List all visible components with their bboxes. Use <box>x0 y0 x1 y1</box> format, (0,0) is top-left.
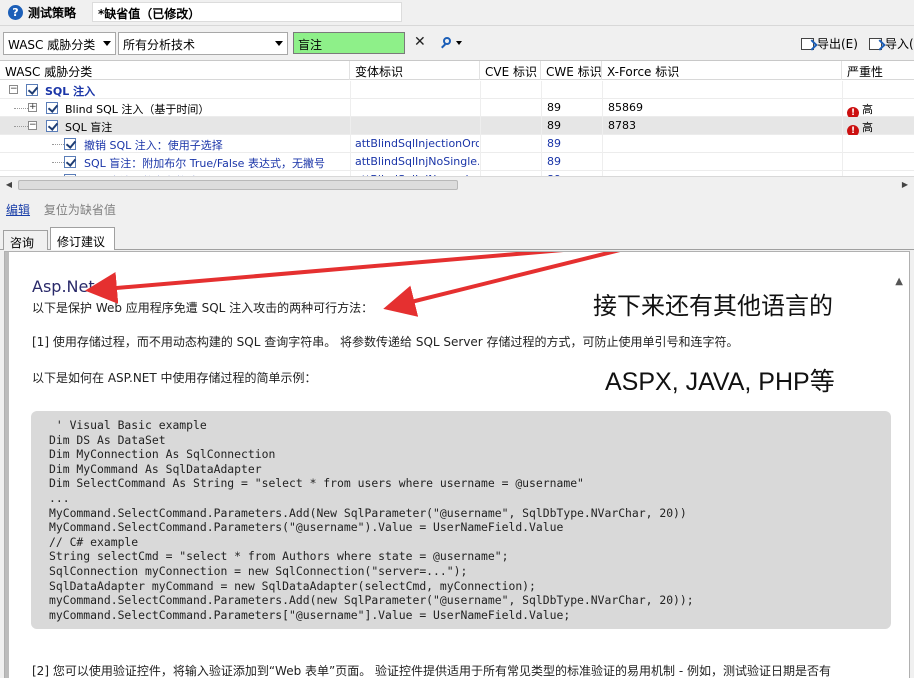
row-severity-label: 高 <box>862 103 873 116</box>
paragraph-2: 以下是如何在 ASP.NET 中使用存储过程的简单示例： <box>32 371 317 385</box>
row-checkbox[interactable] <box>26 84 38 96</box>
import-label: 导入( <box>885 37 914 51</box>
reset-defaults-link[interactable]: 复位为缺省值 <box>44 203 116 217</box>
row-name: Blind SQL 注入（基于时间） <box>65 103 210 116</box>
grid-header: WASC 威胁分类 变体标识 CVE 标识 CWE 标识 X-Force 标识 … <box>0 61 914 80</box>
edit-link[interactable]: 编辑 <box>6 203 30 217</box>
policy-label: 测试策略 <box>28 6 77 20</box>
import-button[interactable]: 导入( <box>869 35 914 52</box>
row-variant: attBlindSqlInjNoSingle... <box>355 155 479 168</box>
row-name: 撤销 SQL 注入：使用子选择 <box>84 139 223 152</box>
annotation-note-1: 接下来还有其他语言的 <box>593 292 833 320</box>
content-area: Asp.Net 以下是保护 Web 应用程序免遭 SQL 注入攻击的两种可行方法… <box>5 252 903 678</box>
arrow-to-title <box>85 252 564 304</box>
row-severity: ! 高 <box>847 99 873 117</box>
tree-line <box>52 162 64 163</box>
column-header-classification[interactable]: WASC 威胁分类 <box>0 61 350 80</box>
clear-icon[interactable]: ✕ <box>414 34 426 50</box>
horizontal-scrollbar[interactable]: ◀ ▶ <box>0 176 914 193</box>
help-icon[interactable]: ? <box>8 5 23 20</box>
row-name: SQL 盲注 <box>65 121 113 134</box>
row-checkbox[interactable] <box>64 156 76 168</box>
paragraph-1: [1] 使用存储过程，而不用动态构建的 SQL 查询字符串。 将参数传递给 SQ… <box>32 335 739 349</box>
scroll-indicator-icon[interactable]: ▲ <box>895 276 903 287</box>
search-handle <box>441 43 446 49</box>
scroll-right-icon[interactable]: ▶ <box>898 179 912 191</box>
chevron-down-icon <box>103 41 111 46</box>
row-severity-label: 高 <box>862 121 873 134</box>
collapse-icon[interactable]: − <box>28 121 37 130</box>
table-row[interactable]: + Blind SQL 注入（基于时间） 89 85869 ! 高 <box>0 99 914 117</box>
import-icon <box>869 38 882 50</box>
detail-tabs: 咨询 修订建议 <box>0 226 914 250</box>
fix-recommendation-panel: Asp.Net 以下是保护 Web 应用程序免遭 SQL 注入攻击的两种可行方法… <box>4 251 910 678</box>
row-name: SQL 注入 <box>45 85 96 98</box>
filter-toolbar: WASC 威胁分类 所有分析技术 盲注 ✕ 导出(E) 导入( <box>0 30 914 58</box>
export-button[interactable]: 导出(E) <box>801 35 858 52</box>
row-cwe: 89 <box>547 137 561 150</box>
tree-line <box>14 108 28 109</box>
row-checkbox[interactable] <box>46 120 58 132</box>
edit-actions: 编辑 复位为缺省值 <box>6 201 116 218</box>
scrollbar-thumb[interactable] <box>18 180 458 190</box>
tree-line <box>14 126 28 127</box>
intro-text: 以下是保护 Web 应用程序免遭 SQL 注入攻击的两种可行方法： <box>32 301 374 315</box>
export-label: 导出(E) <box>817 37 858 51</box>
table-row[interactable]: − SQL 注入 <box>0 81 914 99</box>
policy-bar: ? 测试策略 *缺省值（已修改） <box>0 0 914 26</box>
search-input[interactable]: 盲注 <box>293 32 405 54</box>
row-xforce: 85869 <box>608 101 643 114</box>
table-row[interactable]: SQL 盲注：附加布尔 True/False 表达式，无撇号 attBlindS… <box>0 153 914 171</box>
technique-select-value: 所有分析技术 <box>123 38 196 52</box>
paragraph-3: [2] 您可以使用验证控件，将输入验证添加到“Web 表单”页面。 验证控件提供… <box>32 664 832 678</box>
technique-select[interactable]: 所有分析技术 <box>118 32 288 55</box>
tab-advisory[interactable]: 咨询 <box>3 230 48 250</box>
row-severity: ! 高 <box>847 117 873 135</box>
row-name: SQL 盲注：附加布尔 True/False 表达式，无撇号 <box>84 157 325 170</box>
table-row[interactable]: 撤销 SQL 注入：使用子选择 attBlindSqlInjectionOrd.… <box>0 135 914 153</box>
code-example: ' Visual Basic example Dim DS As DataSet… <box>31 411 891 629</box>
severity-high-icon: ! <box>847 125 859 135</box>
column-header-xforce[interactable]: X-Force 标识 <box>602 61 842 80</box>
row-checkbox[interactable] <box>64 138 76 150</box>
row-variant: attBlindSqlInjectionOrd... <box>355 137 479 150</box>
collapse-icon[interactable]: − <box>9 85 18 94</box>
table-row[interactable]: − SQL 盲注 89 8783 ! 高 <box>0 117 914 135</box>
row-checkbox[interactable] <box>46 102 58 114</box>
row-cwe: 89 <box>547 155 561 168</box>
expand-icon[interactable]: + <box>28 103 37 112</box>
tree-line <box>52 144 64 145</box>
classification-select-value: WASC 威胁分类 <box>8 38 96 52</box>
column-header-cve[interactable]: CVE 标识 <box>480 61 541 80</box>
policy-value-field[interactable]: *缺省值（已修改） <box>92 2 402 22</box>
row-cwe: 89 <box>547 119 561 132</box>
classification-select[interactable]: WASC 威胁分类 <box>3 32 116 55</box>
severity-high-icon: ! <box>847 107 859 117</box>
column-header-variant[interactable]: 变体标识 <box>350 61 480 80</box>
search-icon[interactable] <box>440 35 464 51</box>
chevron-down-icon <box>275 41 283 46</box>
row-xforce: 8783 <box>608 119 636 132</box>
tab-fix-recommendation[interactable]: 修订建议 <box>50 227 115 250</box>
section-title: Asp.Net <box>32 277 95 296</box>
row-cwe: 89 <box>547 101 561 114</box>
chevron-down-icon <box>456 41 462 45</box>
export-icon <box>801 38 814 50</box>
column-header-severity[interactable]: 严重性 <box>842 61 914 80</box>
threat-grid: WASC 威胁分类 变体标识 CVE 标识 CWE 标识 X-Force 标识 … <box>0 60 914 193</box>
annotation-note-2: ASPX, JAVA, PHP等 <box>605 368 835 396</box>
column-header-cwe[interactable]: CWE 标识 <box>541 61 602 80</box>
scroll-left-icon[interactable]: ◀ <box>2 179 16 191</box>
